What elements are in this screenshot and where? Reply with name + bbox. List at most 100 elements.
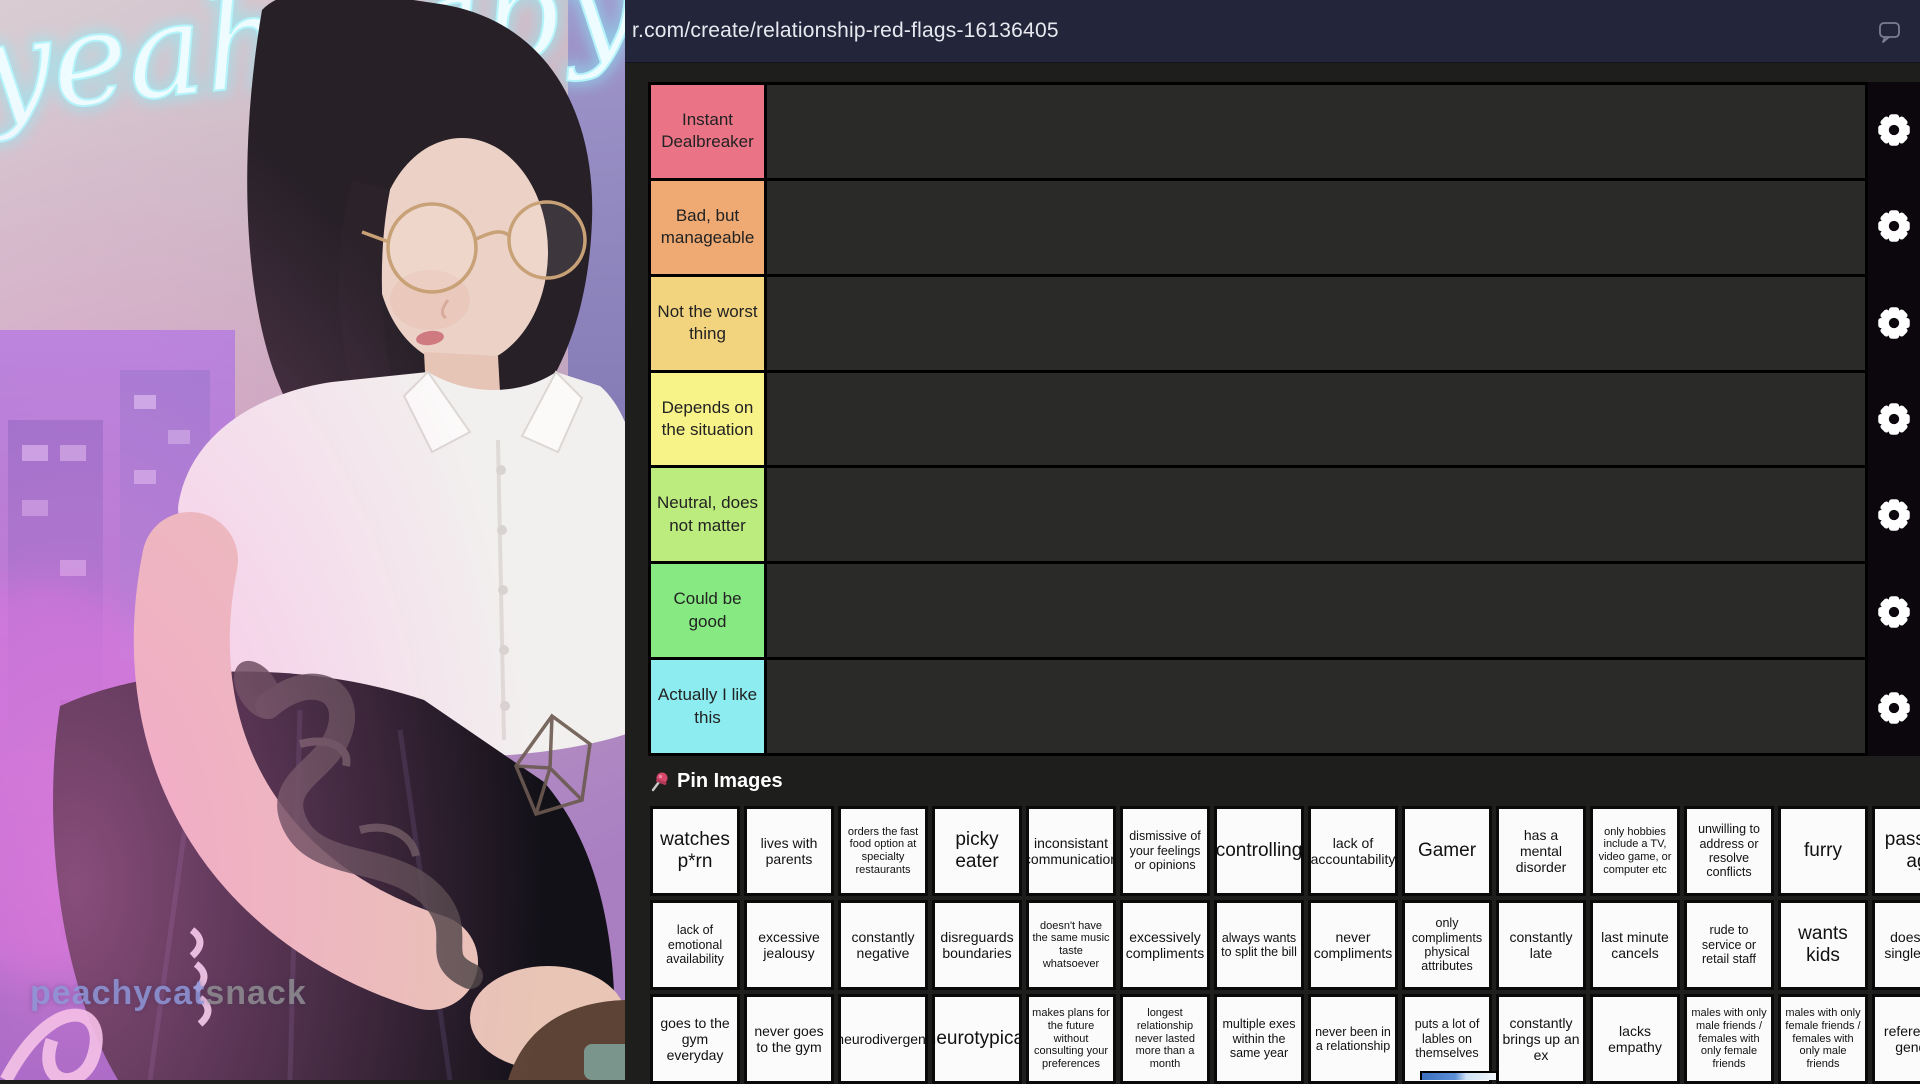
- pin-card-label: longest relationship never lasted more t…: [1125, 1007, 1205, 1070]
- pin-card-label: controlling: [1216, 840, 1303, 862]
- pin-card[interactable]: constantly negative: [838, 900, 928, 990]
- pin-card[interactable]: doesn't have the same music taste whatso…: [1026, 900, 1116, 990]
- pin-card-label: passive ag: [1877, 829, 1920, 873]
- pin-card-label: rude to service or retail staff: [1689, 923, 1769, 966]
- webcam-video: yeah baby yeah baby: [0, 0, 625, 1080]
- pin-card[interactable]: picky eater: [932, 806, 1022, 896]
- pin-card-label: last minute cancels: [1595, 929, 1675, 961]
- pin-card[interactable]: orders the fast food option at specialty…: [838, 806, 928, 896]
- tier-settings-button[interactable]: [1868, 275, 1920, 371]
- tier-settings-button[interactable]: [1868, 82, 1920, 178]
- tier-label[interactable]: Bad, but manageable: [651, 181, 767, 274]
- tier-row-1: Bad, but manageable: [651, 181, 1865, 274]
- tier-settings-button[interactable]: [1868, 660, 1920, 756]
- webcam-scene: yeah baby yeah baby: [0, 0, 625, 1080]
- pin-card[interactable]: does not single clos: [1872, 900, 1920, 990]
- tier-row-0: Instant Dealbreaker: [651, 85, 1865, 178]
- tier-label[interactable]: Instant Dealbreaker: [651, 85, 767, 178]
- pin-card[interactable]: Gamer: [1402, 806, 1492, 896]
- tier-label[interactable]: Could be good: [651, 564, 767, 657]
- pin-card[interactable]: last minute cancels: [1590, 900, 1680, 990]
- watermark-secondary: snack: [205, 974, 306, 1012]
- tier-drop-zone[interactable]: [767, 181, 1865, 274]
- tier-row-5: Could be good: [651, 564, 1865, 657]
- pin-card[interactable]: constantly brings up an ex: [1496, 994, 1586, 1084]
- pin-card[interactable]: constantly late: [1496, 900, 1586, 990]
- pin-card-label: constantly late: [1501, 929, 1581, 961]
- tier-settings-button[interactable]: [1868, 467, 1920, 563]
- tier-drop-zone[interactable]: [767, 277, 1865, 370]
- pin-card[interactable]: wants kids: [1778, 900, 1868, 990]
- pin-card[interactable]: never compliments: [1308, 900, 1398, 990]
- pin-images-title: Pin Images: [677, 770, 783, 793]
- tier-drop-zone[interactable]: [767, 660, 1865, 753]
- pin-card[interactable]: disreguards boundaries: [932, 900, 1022, 990]
- pin-card[interactable]: watches p*rn: [650, 806, 740, 896]
- pin-card[interactable]: rude to service or retail staff: [1684, 900, 1774, 990]
- pin-card[interactable]: lacks empathy: [1590, 994, 1680, 1084]
- pin-card-label: lacks empathy: [1595, 1023, 1675, 1055]
- pin-card[interactable]: only compliments physical attributes: [1402, 900, 1492, 990]
- pin-card-label: puts a lot of lables on themselves: [1407, 1017, 1487, 1060]
- tier-settings-button[interactable]: [1868, 178, 1920, 274]
- pin-card-label: lack of accountability: [1311, 835, 1396, 867]
- browser-url-bar[interactable]: r.com/create/relationship-red-flags-1613…: [625, 0, 1920, 63]
- pin-card[interactable]: references gender: [1872, 994, 1920, 1084]
- pin-card-label: only compliments physical attributes: [1407, 916, 1487, 974]
- pin-card-label: orders the fast food option at specialty…: [843, 826, 923, 877]
- tier-label[interactable]: Depends on the situation: [651, 373, 767, 466]
- pin-card[interactable]: lack of emotional availability: [650, 900, 740, 990]
- pin-card[interactable]: neurodivergent: [838, 994, 928, 1084]
- url-text[interactable]: r.com/create/relationship-red-flags-1613…: [632, 19, 1059, 43]
- pin-card[interactable]: excessive jealousy: [744, 900, 834, 990]
- tier-settings-button[interactable]: [1868, 563, 1920, 659]
- tier-grid: Instant Dealbreaker Bad, but manageable …: [648, 82, 1868, 756]
- pin-card[interactable]: only hobbies include a TV, video game, o…: [1590, 806, 1680, 896]
- pin-card[interactable]: multiple exes within the same year: [1214, 994, 1304, 1084]
- pin-card[interactable]: never been in a relationship: [1308, 994, 1398, 1084]
- gear-icon: [1876, 401, 1912, 437]
- pin-card[interactable]: always wants to split the bill: [1214, 900, 1304, 990]
- pin-card[interactable]: makes plans for the future without consu…: [1026, 994, 1116, 1084]
- pin-card[interactable]: inconsistant communication: [1026, 806, 1116, 896]
- pin-card-label: multiple exes within the same year: [1219, 1017, 1299, 1060]
- tier-drop-zone[interactable]: [767, 564, 1865, 657]
- pin-card[interactable]: never goes to the gym: [744, 994, 834, 1084]
- pin-card[interactable]: furry: [1778, 806, 1868, 896]
- pin-card-label: inconsistant communication: [1026, 835, 1116, 867]
- pin-card-label: constantly negative: [843, 929, 923, 961]
- tier-row-6: Actually I like this: [651, 660, 1865, 753]
- pin-card[interactable]: males with only female friends / females…: [1778, 994, 1868, 1084]
- tier-label[interactable]: Actually I like this: [651, 660, 767, 753]
- pin-card-label: constantly brings up an ex: [1501, 1015, 1581, 1063]
- tier-drop-zone[interactable]: [767, 468, 1865, 561]
- pin-card-label: watches p*rn: [655, 829, 735, 873]
- gear-icon: [1876, 208, 1912, 244]
- tier-row-2: Not the worst thing: [651, 277, 1865, 370]
- partial-image-card[interactable]: [1420, 1071, 1498, 1080]
- pin-card[interactable]: longest relationship never lasted more t…: [1120, 994, 1210, 1084]
- pin-card[interactable]: dismissive of your feelings or opinions: [1120, 806, 1210, 896]
- pin-card[interactable]: neurotypical: [932, 994, 1022, 1084]
- pin-card[interactable]: passive ag: [1872, 806, 1920, 896]
- pin-card[interactable]: males with only male friends / females w…: [1684, 994, 1774, 1084]
- pin-card-label: males with only male friends / females w…: [1689, 1007, 1769, 1070]
- gear-icon: [1876, 112, 1912, 148]
- pin-card[interactable]: unwilling to address or resolve conflict…: [1684, 806, 1774, 896]
- pin-card-label: never been in a relationship: [1313, 1025, 1393, 1054]
- tier-drop-zone[interactable]: [767, 373, 1865, 466]
- tier-label[interactable]: Neutral, does not matter: [651, 468, 767, 561]
- pin-card[interactable]: controlling: [1214, 806, 1304, 896]
- tier-label[interactable]: Not the worst thing: [651, 277, 767, 370]
- gear-icon: [1876, 497, 1912, 533]
- pin-card[interactable]: has a mental disorder: [1496, 806, 1586, 896]
- gear-icon: [1876, 690, 1912, 726]
- pin-card[interactable]: lives with parents: [744, 806, 834, 896]
- pin-card[interactable]: excessively compliments: [1120, 900, 1210, 990]
- pin-card[interactable]: lack of accountability: [1308, 806, 1398, 896]
- tier-drop-zone[interactable]: [767, 85, 1865, 178]
- pin-card[interactable]: goes to the gym everyday: [650, 994, 740, 1084]
- pin-card-label: neurodivergent: [838, 1031, 928, 1047]
- tier-settings-button[interactable]: [1868, 371, 1920, 467]
- comment-bubble-icon[interactable]: [1878, 21, 1902, 43]
